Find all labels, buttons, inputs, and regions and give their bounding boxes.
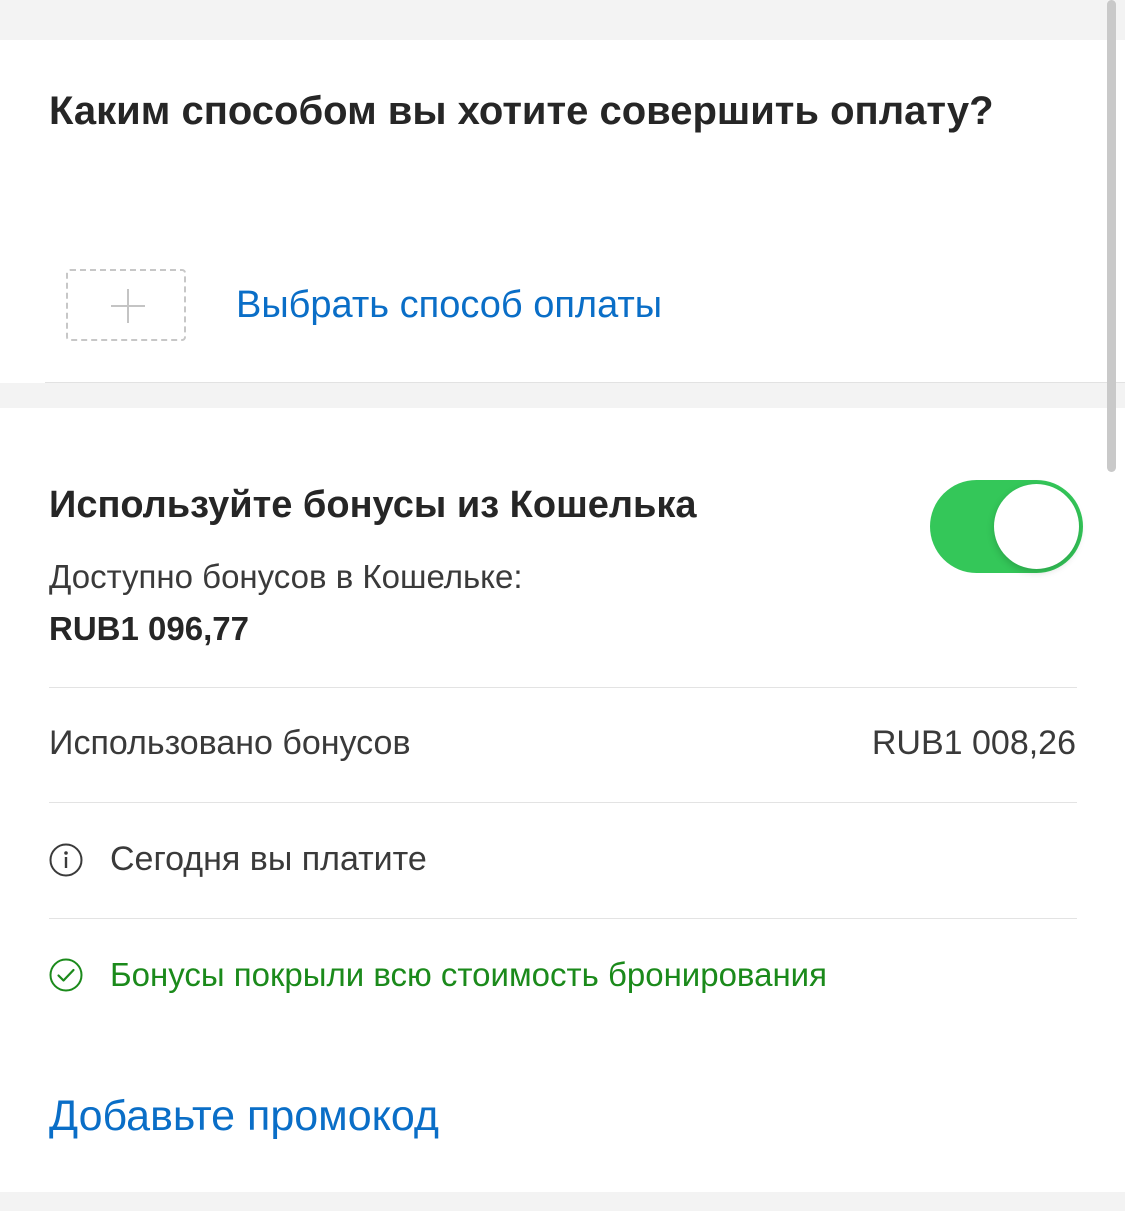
divider bbox=[49, 802, 1077, 803]
choose-payment-method-link[interactable]: Выбрать способ оплаты bbox=[236, 284, 662, 327]
info-icon[interactable] bbox=[49, 843, 83, 877]
payment-method-title: Каким способом вы хотите совершить оплат… bbox=[49, 89, 994, 133]
used-bonuses-label: Использовано бонусов bbox=[49, 724, 411, 762]
add-promo-code-link[interactable]: Добавьте промокод bbox=[49, 1092, 439, 1141]
pay-today-label: Сегодня вы платите bbox=[110, 840, 427, 878]
choose-payment-method-button[interactable]: Выбрать способ оплаты bbox=[66, 269, 662, 341]
wallet-bonus-section: Используйте бонусы из Кошелька Доступно … bbox=[0, 408, 1125, 1192]
available-bonuses-label: Доступно бонусов в Кошельке: bbox=[49, 558, 523, 595]
checkout-page: Каким способом вы хотите совершить оплат… bbox=[0, 0, 1125, 1211]
available-bonuses-amount: RUB1 096,77 bbox=[49, 610, 249, 647]
payment-method-section: Каким способом вы хотите совершить оплат… bbox=[0, 40, 1125, 383]
bonus-coverage-text: Бонусы покрыли всю стоимость бронировани… bbox=[110, 956, 827, 993]
scrollbar[interactable] bbox=[1107, 0, 1116, 472]
pay-today-row: Сегодня вы платите bbox=[49, 840, 427, 879]
section-divider bbox=[45, 382, 1125, 383]
divider bbox=[49, 918, 1077, 919]
used-bonuses-row: Использовано бонусов RUB1 008,26 bbox=[49, 724, 1076, 763]
add-payment-box[interactable] bbox=[66, 269, 186, 341]
use-bonuses-toggle[interactable] bbox=[930, 480, 1083, 573]
check-circle-icon bbox=[49, 958, 83, 992]
plus-icon-vertical bbox=[127, 289, 129, 323]
bonus-title: Используйте бонусы из Кошелька bbox=[49, 484, 697, 526]
divider bbox=[49, 687, 1077, 688]
toggle-knob[interactable] bbox=[994, 484, 1079, 569]
bonus-coverage-message: Бонусы покрыли всю стоимость бронировани… bbox=[49, 956, 827, 994]
used-bonuses-amount: RUB1 008,26 bbox=[871, 724, 1076, 762]
